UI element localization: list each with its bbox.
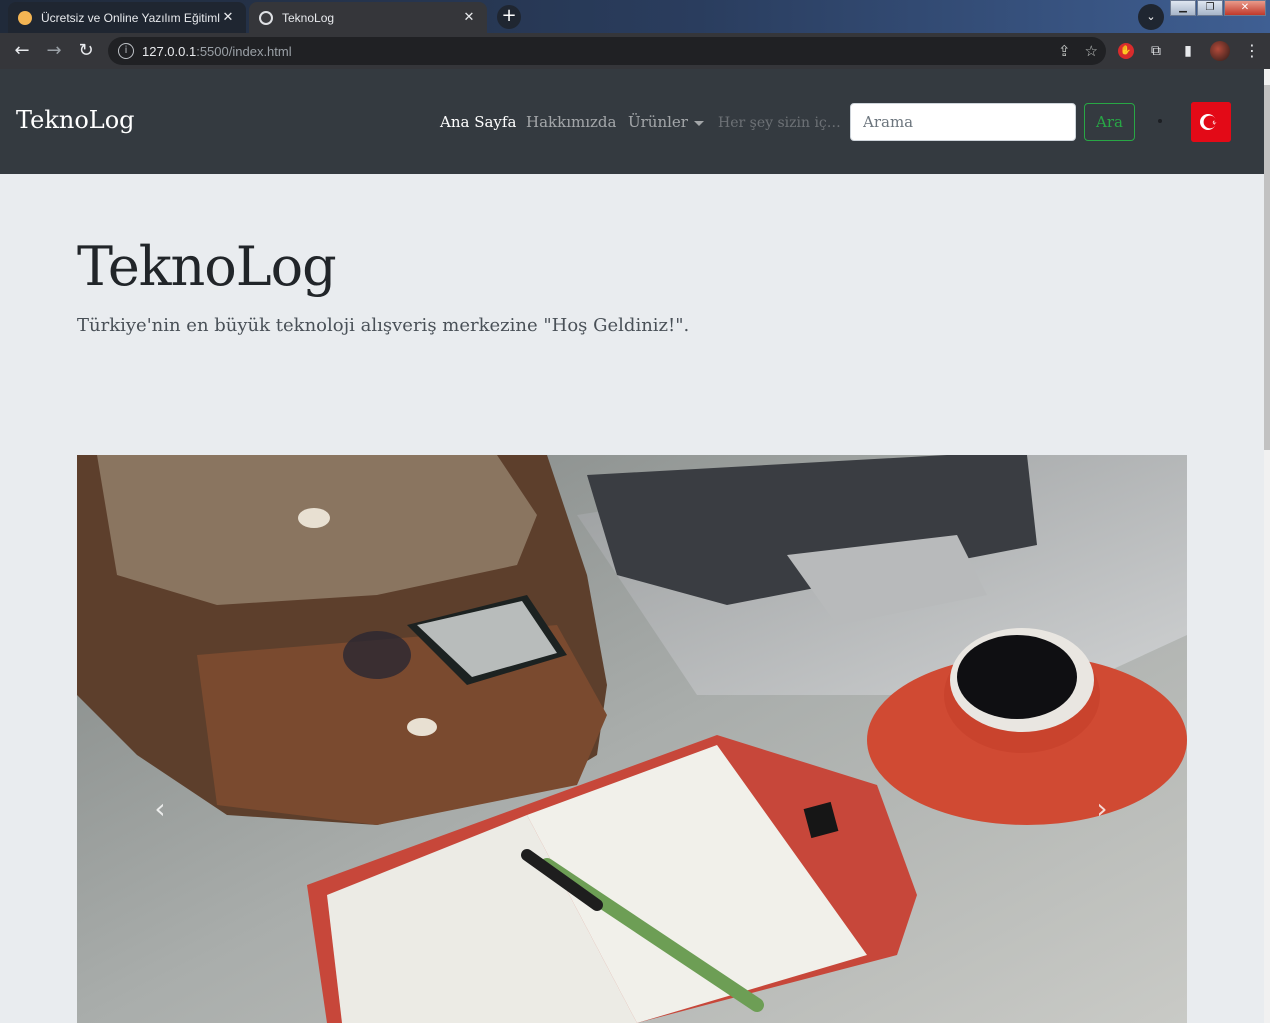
hero-lead: Türkiye'nin en büyük teknoloji alışveriş… (77, 315, 690, 336)
forward-button[interactable]: → (38, 37, 70, 65)
tab-title: TeknoLog (282, 10, 335, 25)
nav-link-about[interactable]: Hakkımızda (526, 113, 616, 131)
image-carousel[interactable]: ‹ › (77, 455, 1187, 1023)
bookmark-star-icon[interactable]: ☆ (1085, 42, 1098, 60)
web-page: TeknoLog Ana Sayfa Hakkımızda Ürünler He… (0, 69, 1264, 1023)
address-bar[interactable]: i 127.0.0.1:5500/index.html ⇪ ☆ (108, 37, 1106, 65)
flag-graphic (1191, 102, 1231, 142)
site-info-icon[interactable]: i (118, 43, 134, 59)
tab-search-button[interactable]: ⌄ (1138, 4, 1164, 30)
scrollbar-thumb[interactable] (1264, 85, 1270, 450)
nav-dropdown-products[interactable]: Ürünler (628, 113, 704, 131)
carousel-prev-button[interactable]: ‹ (145, 795, 175, 825)
carousel-next-button[interactable]: › (1087, 795, 1117, 825)
browser-toolbar: ← → ↻ i 127.0.0.1:5500/index.html ⇪ ☆ ✋ … (0, 33, 1270, 69)
adblock-extension-icon[interactable]: ✋ (1118, 43, 1134, 59)
tab-close-icon[interactable]: ✕ (461, 10, 477, 25)
maximize-button[interactable]: ❐ (1197, 0, 1223, 16)
tab-title: Ücretsiz ve Online Yazılım Eğitimleri (41, 10, 220, 25)
navbar-dot (1158, 119, 1162, 123)
side-panel-icon[interactable]: ▮ (1178, 41, 1198, 61)
site-navbar: TeknoLog Ana Sayfa Hakkımızda Ürünler He… (0, 69, 1264, 174)
minimize-button[interactable]: ▁ (1170, 0, 1196, 16)
back-button[interactable]: ← (6, 37, 38, 65)
navbar-brand[interactable]: TeknoLog (16, 106, 135, 134)
browser-menu-icon[interactable]: ⋮ (1242, 41, 1262, 61)
tab-close-icon[interactable]: ✕ (220, 10, 236, 25)
profile-avatar[interactable] (1210, 41, 1230, 61)
extensions-puzzle-icon[interactable]: ⧉ (1146, 41, 1166, 61)
navbar-tagline: Her şey sizin için... (718, 115, 842, 131)
turkey-flag-icon[interactable] (1191, 102, 1231, 142)
browser-tab-inactive[interactable]: Ücretsiz ve Online Yazılım Eğitimleri ✕ (8, 2, 246, 33)
site-favicon-icon (18, 10, 32, 25)
window-close-button[interactable]: ✕ (1224, 0, 1266, 16)
url-text: 127.0.0.1:5500/index.html (142, 44, 292, 59)
reload-button[interactable]: ↻ (70, 37, 102, 65)
carousel-slide-image (77, 455, 1187, 1023)
hero-title: TeknoLog (77, 235, 337, 298)
share-icon[interactable]: ⇪ (1058, 42, 1071, 60)
page-scrollbar[interactable] (1264, 69, 1270, 1023)
new-tab-button[interactable]: + (497, 5, 521, 29)
search-button[interactable]: Ara (1084, 103, 1135, 141)
url-host: 127.0.0.1 (142, 43, 197, 59)
extension-toolbar: ✋ ⧉ ▮ ⋮ (1118, 37, 1262, 65)
nav-dropdown-label: Ürünler (628, 113, 688, 131)
globe-icon (259, 10, 273, 25)
url-path: :5500/index.html (196, 43, 292, 59)
browser-tab-active[interactable]: TeknoLog ✕ (249, 2, 487, 33)
window-controls: ▁ ❐ ✕ (1169, 0, 1266, 16)
nav-link-home[interactable]: Ana Sayfa (440, 113, 516, 131)
caret-down-icon (693, 120, 704, 126)
search-input[interactable] (850, 103, 1076, 141)
omnibox-actions: ⇪ ☆ (1058, 37, 1098, 65)
browser-tab-strip: Ücretsiz ve Online Yazılım Eğitimleri ✕ … (0, 0, 1270, 33)
